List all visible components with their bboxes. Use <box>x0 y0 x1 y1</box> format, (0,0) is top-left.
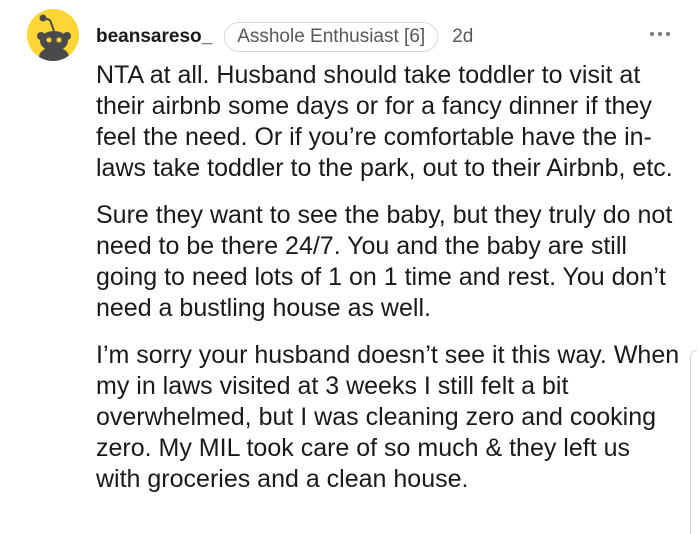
comment: beansareso_ Asshole Enthusiast [6] 2d NT… <box>0 0 700 534</box>
comment-body: NTA at all. Husband should take toddler … <box>96 60 681 495</box>
snoo-avatar-icon <box>27 9 79 61</box>
more-horizontal-icon <box>658 32 662 36</box>
more-horizontal-icon <box>650 32 654 36</box>
comment-paragraph: I’m sorry your husband doesn’t see it th… <box>96 341 680 493</box>
username-link[interactable]: beansareso_ <box>96 26 212 48</box>
comment-paragraph: Sure they want to see the baby, but they… <box>96 201 673 322</box>
more-horizontal-icon <box>666 32 670 36</box>
comment-meta: beansareso_ Asshole Enthusiast [6] 2d <box>96 20 473 54</box>
user-avatar[interactable] <box>27 9 79 61</box>
scroll-edge <box>690 350 697 534</box>
more-options-button[interactable] <box>645 22 675 46</box>
comment-paragraph: NTA at all. Husband should take toddler … <box>96 61 673 182</box>
comment-timestamp: 2d <box>452 26 474 47</box>
user-flair: Asshole Enthusiast [6] <box>224 22 439 52</box>
